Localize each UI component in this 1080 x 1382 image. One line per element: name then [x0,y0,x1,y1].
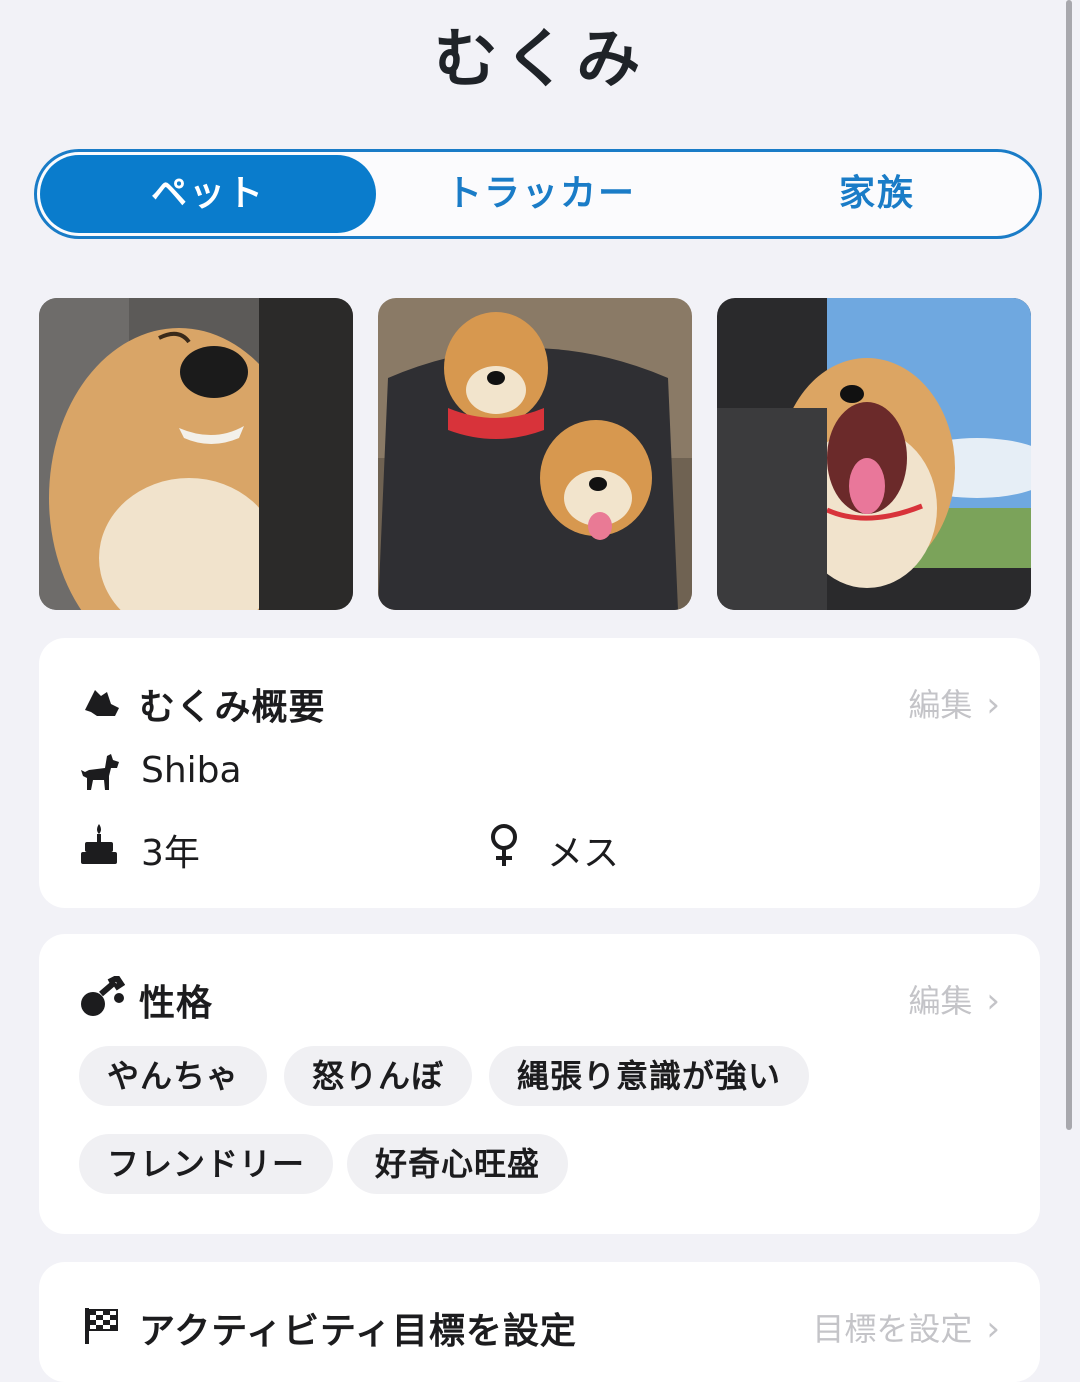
overview-title: むくみ概要 [139,687,326,728]
personality-card: 性格 編集 › やんちゃ 怒りんぼ 縄張り意識が強い フレンドリー 好奇心旺盛 [39,934,1040,1234]
overview-edit-button[interactable]: 編集 › [908,680,1000,726]
edit-label: 編集 [908,686,973,724]
photo-carousel[interactable] [0,296,1060,612]
tab-pet[interactable]: ペット [40,155,376,233]
overview-card: むくみ概要 編集 › Shiba 3年 メス [39,638,1040,908]
scrollbar[interactable] [1066,0,1072,1130]
pet-photo-2[interactable] [378,298,692,610]
pet-photo-1[interactable] [39,298,353,610]
female-icon [487,822,521,872]
dog-icon [79,752,121,796]
segmented-control: ペット トラッカー 家族 [34,149,1042,239]
set-goal-button[interactable]: 目標を設定 › [812,1304,1000,1350]
page-title: むくみ [433,23,647,97]
personality-edit-button[interactable]: 編集 › [908,976,1000,1022]
age-value: 3年 [141,833,200,874]
edit-label: 編集 [908,982,973,1020]
dog-head-icon [81,682,121,726]
trait-chip[interactable]: 好奇心旺盛 [347,1134,569,1194]
chevron-right-icon: › [986,685,1000,725]
chevron-right-icon: › [986,1309,1000,1349]
sex-value: メス [547,833,620,874]
tab-tracker[interactable]: トラッカー [373,152,709,236]
activity-card: アクティビティ目標を設定 目標を設定 › [39,1262,1040,1382]
personality-title: 性格 [139,983,214,1024]
breed-value: Shiba [141,750,242,791]
pet-photo-3[interactable] [717,298,1031,610]
tab-family[interactable]: 家族 [709,152,1045,236]
set-goal-label: 目標を設定 [812,1310,973,1348]
checkered-flag-icon [83,1306,119,1350]
birthday-cake-icon [79,822,119,870]
trait-chip[interactable]: 縄張り意識が強い [489,1046,810,1106]
trait-chip[interactable]: 怒りんぼ [284,1046,473,1106]
trait-chip[interactable]: やんちゃ [79,1046,268,1106]
activity-title: アクティビティ目標を設定 [139,1311,577,1352]
toy-bone-icon [79,974,126,1024]
trait-chip[interactable]: フレンドリー [79,1134,334,1194]
chevron-right-icon: › [986,981,1000,1021]
